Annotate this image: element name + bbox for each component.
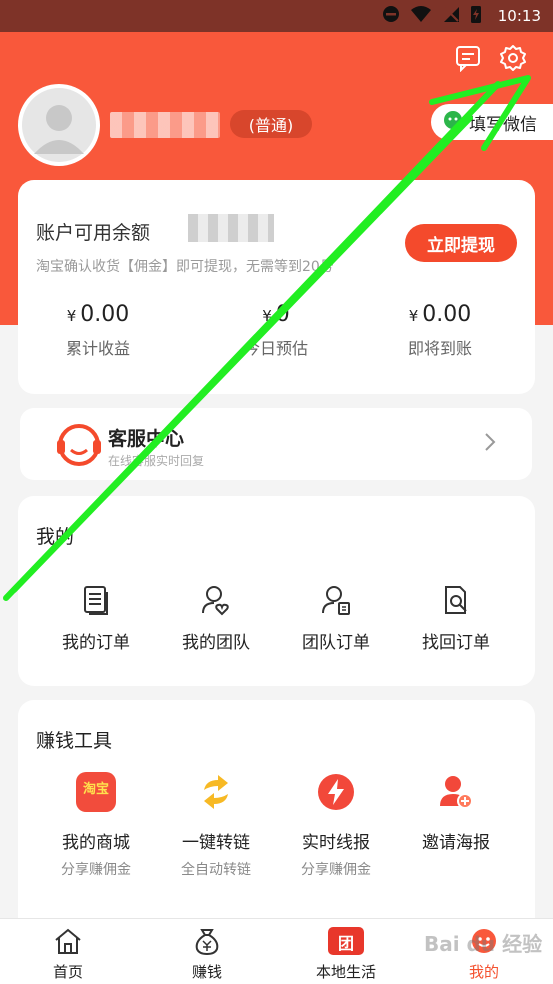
annotation-arrows (3, 75, 531, 601)
annotation-arrow-line (11, 115, 473, 593)
